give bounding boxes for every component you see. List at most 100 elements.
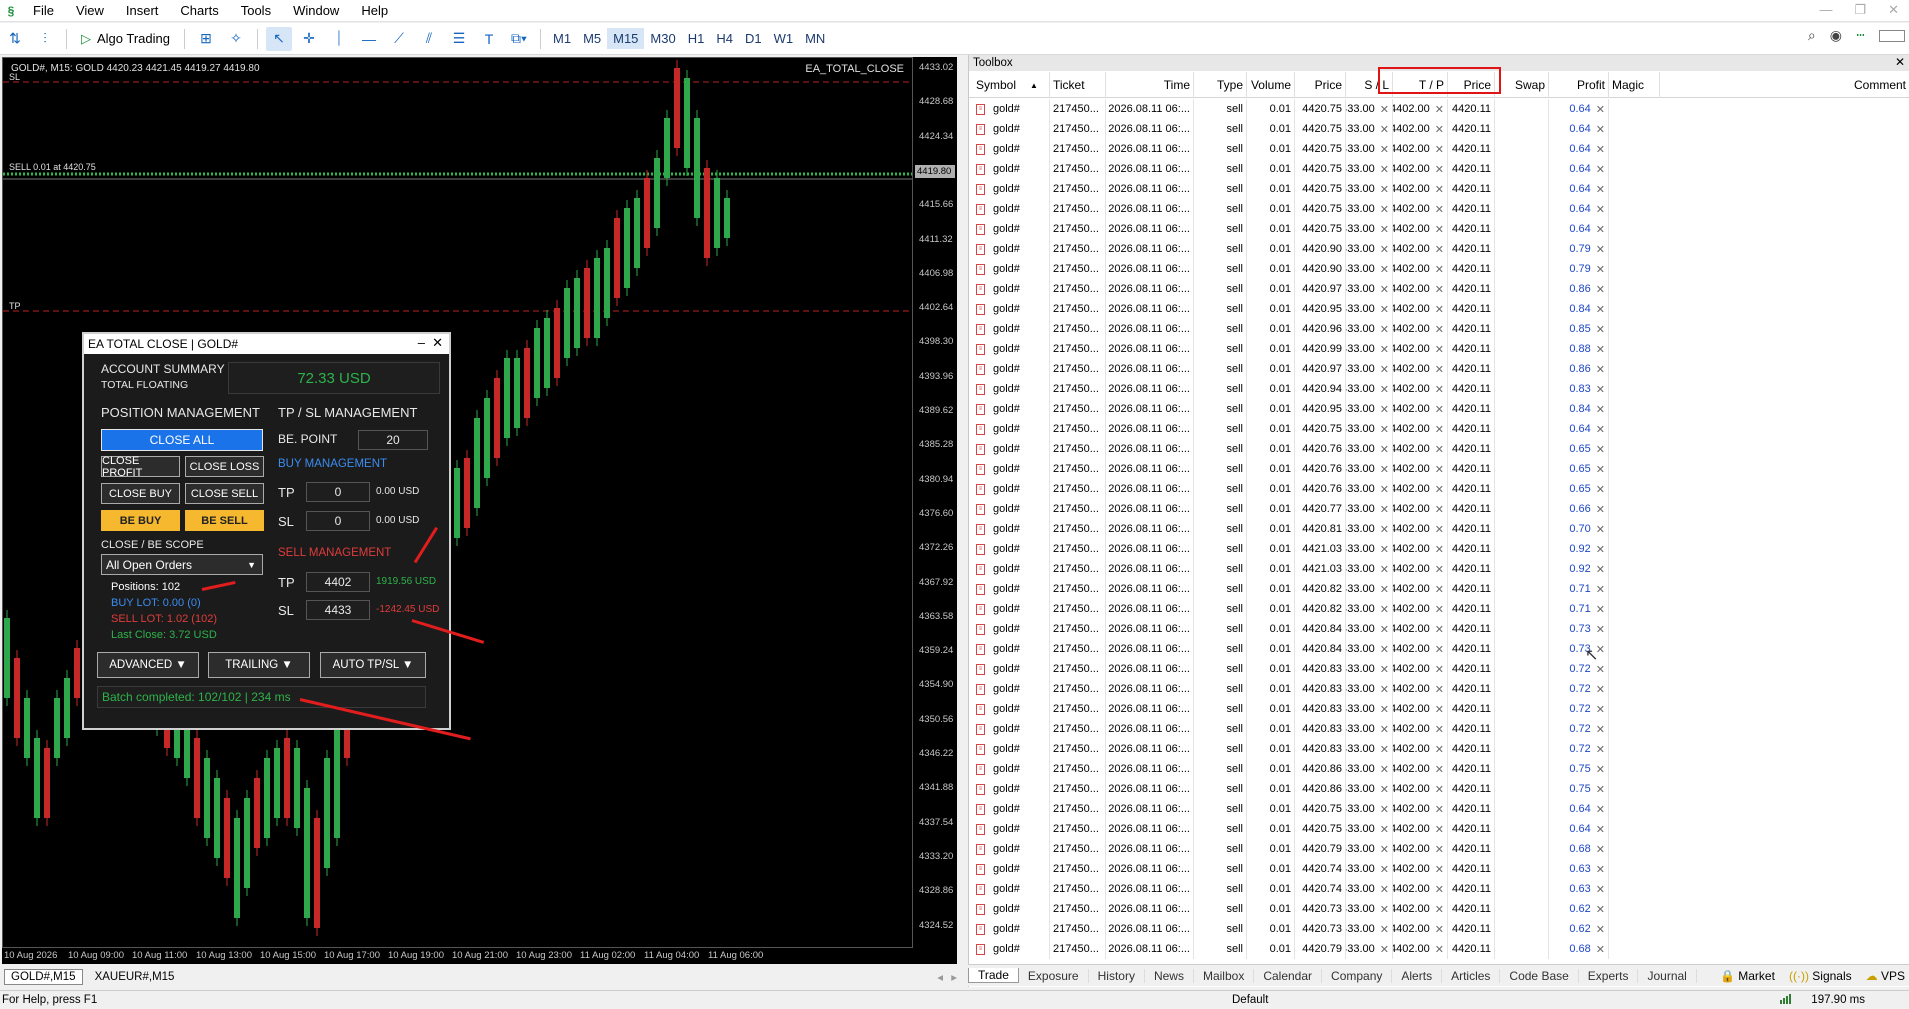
- table-row[interactable]: ≡ gold# 217450... 2026.08.11 06:... sell 0.01…: [969, 619, 1909, 639]
- toolbox-tab[interactable]: Company: [1322, 968, 1393, 983]
- remove-icon[interactable]: ✕: [1596, 623, 1605, 636]
- remove-icon[interactable]: ✕: [1596, 743, 1605, 756]
- vertical-line-icon[interactable]: ⏐: [326, 27, 352, 51]
- remove-icon[interactable]: ✕: [1596, 583, 1605, 596]
- buy-sl-input[interactable]: 0: [306, 511, 370, 531]
- tf-d1[interactable]: D1: [739, 28, 768, 49]
- market-tab[interactable]: 🔒 Market: [1720, 969, 1775, 983]
- table-row[interactable]: ≡ gold# 217450... 2026.08.11 06:... sell 0.01…: [969, 479, 1909, 499]
- table-row[interactable]: ≡ gold# 217450... 2026.08.11 06:... sell 0.01…: [969, 259, 1909, 279]
- remove-icon[interactable]: ✕: [1435, 763, 1444, 776]
- close-loss-button[interactable]: CLOSE LOSS: [185, 456, 264, 477]
- toolbox-tab[interactable]: History: [1089, 968, 1145, 983]
- remove-icon[interactable]: ✕: [1596, 303, 1605, 316]
- remove-icon[interactable]: ✕: [1435, 223, 1444, 236]
- remove-icon[interactable]: ✕: [1380, 223, 1389, 236]
- close-buy-button[interactable]: CLOSE BUY: [101, 483, 180, 504]
- remove-icon[interactable]: ✕: [1596, 343, 1605, 356]
- remove-icon[interactable]: ✕: [1435, 163, 1444, 176]
- remove-icon[interactable]: ✕: [1380, 403, 1389, 416]
- close-sell-button[interactable]: CLOSE SELL: [185, 483, 264, 504]
- table-row[interactable]: ≡ gold# 217450... 2026.08.11 06:... sell 0.01…: [969, 699, 1909, 719]
- menu-help[interactable]: Help: [350, 3, 399, 18]
- close-profit-button[interactable]: CLOSE PROFIT: [101, 455, 180, 479]
- remove-icon[interactable]: ✕: [1596, 903, 1605, 916]
- remove-icon[interactable]: ✕: [1596, 103, 1605, 116]
- minimize-icon[interactable]: –: [418, 335, 425, 350]
- table-row[interactable]: ≡ gold# 217450... 2026.08.11 06:... sell 0.01…: [969, 879, 1909, 899]
- auto-tpsl-button[interactable]: AUTO TP/SL ▼: [320, 652, 426, 678]
- remove-icon[interactable]: ✕: [1435, 923, 1444, 936]
- scope-select[interactable]: All Open Orders ▼: [101, 554, 263, 575]
- remove-icon[interactable]: ✕: [1435, 403, 1444, 416]
- tf-m30[interactable]: M30: [644, 28, 681, 49]
- remove-icon[interactable]: ✕: [1380, 363, 1389, 376]
- column-header[interactable]: Ticket: [1050, 72, 1106, 98]
- table-row[interactable]: ≡ gold# 217450... 2026.08.11 06:... sell 0.01…: [969, 799, 1909, 819]
- table-row[interactable]: ≡ gold# 217450... 2026.08.11 06:... sell 0.01…: [969, 939, 1909, 959]
- remove-icon[interactable]: ✕: [1596, 523, 1605, 536]
- tf-w1[interactable]: W1: [768, 28, 800, 49]
- remove-icon[interactable]: ✕: [1380, 503, 1389, 516]
- column-header[interactable]: Volume: [1247, 72, 1295, 98]
- remove-icon[interactable]: ✕: [1380, 623, 1389, 636]
- trailing-button[interactable]: TRAILING ▼: [208, 652, 310, 678]
- remove-icon[interactable]: ✕: [1435, 623, 1444, 636]
- new-chart-icon[interactable]: ⇅: [2, 27, 28, 51]
- remove-icon[interactable]: ✕: [1380, 183, 1389, 196]
- table-row[interactable]: ≡ gold# 217450... 2026.08.11 06:... sell 0.01…: [969, 739, 1909, 759]
- remove-icon[interactable]: ✕: [1435, 543, 1444, 556]
- remove-icon[interactable]: ✕: [1380, 163, 1389, 176]
- remove-icon[interactable]: ✕: [1380, 863, 1389, 876]
- table-row[interactable]: ≡ gold# 217450... 2026.08.11 06:... sell 0.01…: [969, 759, 1909, 779]
- remove-icon[interactable]: ✕: [1380, 543, 1389, 556]
- be-point-input[interactable]: 20: [358, 430, 428, 450]
- remove-icon[interactable]: ✕: [1435, 643, 1444, 656]
- column-header[interactable]: Type: [1194, 72, 1247, 98]
- remove-icon[interactable]: ✕: [1380, 643, 1389, 656]
- remove-icon[interactable]: ✕: [1380, 903, 1389, 916]
- table-row[interactable]: ≡ gold# 217450... 2026.08.11 06:... sell 0.01…: [969, 399, 1909, 419]
- remove-icon[interactable]: ✕: [1380, 423, 1389, 436]
- remove-icon[interactable]: ✕: [1435, 343, 1444, 356]
- remove-icon[interactable]: ✕: [1596, 823, 1605, 836]
- menu-window[interactable]: Window: [282, 3, 350, 18]
- remove-icon[interactable]: ✕: [1435, 663, 1444, 676]
- remove-icon[interactable]: ✕: [1435, 263, 1444, 276]
- grid-icon[interactable]: ⊞: [193, 27, 219, 51]
- remove-icon[interactable]: ✕: [1596, 383, 1605, 396]
- remove-icon[interactable]: ✕: [1380, 123, 1389, 136]
- table-row[interactable]: ≡ gold# 217450... 2026.08.11 06:... sell 0.01…: [969, 839, 1909, 859]
- ea-panel-header[interactable]: EA TOTAL CLOSE | GOLD# – ✕: [84, 334, 449, 354]
- chart-tab-xaueur[interactable]: XAUEUR#,M15: [89, 970, 181, 984]
- remove-icon[interactable]: ✕: [1435, 783, 1444, 796]
- table-row[interactable]: ≡ gold# 217450... 2026.08.11 06:... sell 0.01…: [969, 439, 1909, 459]
- remove-icon[interactable]: ✕: [1596, 863, 1605, 876]
- table-row[interactable]: ≡ gold# 217450... 2026.08.11 06:... sell 0.01…: [969, 659, 1909, 679]
- tf-h1[interactable]: H1: [682, 28, 711, 49]
- remove-icon[interactable]: ✕: [1596, 183, 1605, 196]
- table-row[interactable]: ≡ gold# 217450... 2026.08.11 06:... sell 0.01…: [969, 319, 1909, 339]
- remove-icon[interactable]: ✕: [1596, 943, 1605, 956]
- remove-icon[interactable]: ✕: [1596, 763, 1605, 776]
- column-header[interactable]: Comment: [1660, 72, 1909, 98]
- table-row[interactable]: ≡ gold# 217450... 2026.08.11 06:... sell 0.01…: [969, 579, 1909, 599]
- remove-icon[interactable]: ✕: [1435, 323, 1444, 336]
- remove-icon[interactable]: ✕: [1596, 803, 1605, 816]
- trendline-icon[interactable]: ⟋: [386, 27, 412, 51]
- table-row[interactable]: ≡ gold# 217450... 2026.08.11 06:... sell 0.01…: [969, 719, 1909, 739]
- remove-icon[interactable]: ✕: [1596, 843, 1605, 856]
- shapes-icon[interactable]: ⧉▾: [506, 27, 532, 51]
- remove-icon[interactable]: ✕: [1380, 743, 1389, 756]
- remove-icon[interactable]: ✕: [1596, 483, 1605, 496]
- remove-icon[interactable]: ✕: [1435, 123, 1444, 136]
- table-row[interactable]: ≡ gold# 217450... 2026.08.11 06:... sell 0.01…: [969, 419, 1909, 439]
- remove-icon[interactable]: ✕: [1596, 323, 1605, 336]
- menu-insert[interactable]: Insert: [115, 3, 170, 18]
- remove-icon[interactable]: ✕: [1435, 563, 1444, 576]
- close-all-button[interactable]: CLOSE ALL: [101, 429, 263, 451]
- toolbox-tab[interactable]: Alerts: [1392, 968, 1443, 983]
- sell-tp-input[interactable]: 4402: [306, 572, 370, 592]
- remove-icon[interactable]: ✕: [1435, 463, 1444, 476]
- table-row[interactable]: ≡ gold# 217450... 2026.08.11 06:... sell 0.01…: [969, 279, 1909, 299]
